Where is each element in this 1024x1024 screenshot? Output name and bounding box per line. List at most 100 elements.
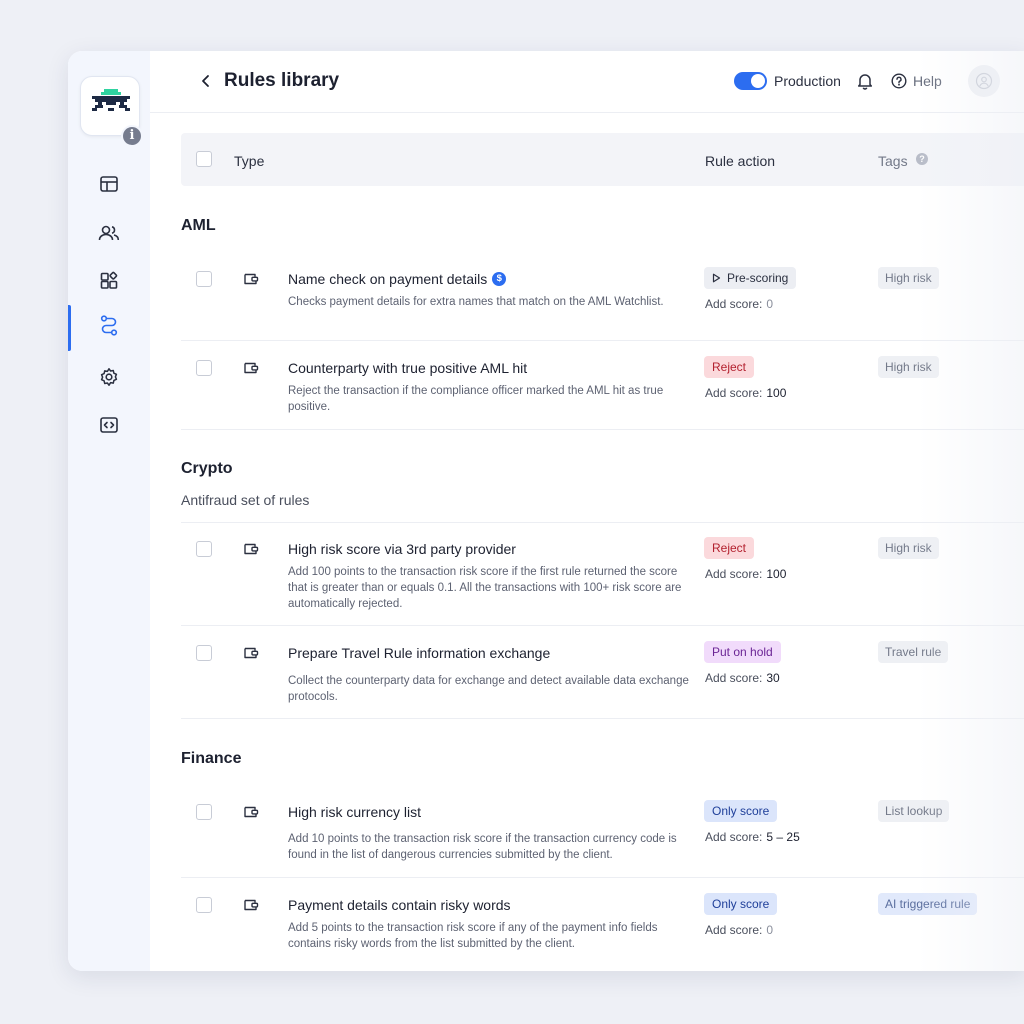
row-checkbox[interactable]	[196, 804, 212, 820]
environment-label: Production	[774, 73, 841, 89]
score-label: Add score:	[705, 386, 763, 400]
rule-tag[interactable]: Travel rule	[878, 641, 949, 663]
rule-action-badge: Only score	[704, 893, 778, 915]
rule-title[interactable]: Payment details contain risky words	[288, 897, 511, 913]
wallet-icon	[244, 899, 259, 911]
nav-apps[interactable]	[68, 261, 150, 301]
nav-settings[interactable]	[68, 357, 150, 397]
layout-icon	[100, 176, 118, 192]
grid-icon	[100, 271, 118, 289]
rule-description: Collect the counterparty data for exchan…	[288, 675, 689, 703]
gear-icon	[100, 368, 118, 386]
user-avatar-icon	[975, 72, 993, 90]
score-label: Add score:	[705, 297, 763, 311]
table-header: Type Rule action Tags ?	[181, 133, 1024, 186]
rule-title[interactable]: High risk score via 3rd party provider	[288, 541, 516, 557]
rule-title-text: Name check on payment details	[288, 271, 488, 287]
wallet-icon	[244, 806, 259, 818]
edge-fade	[918, 51, 1024, 971]
back-arrow-icon[interactable]	[198, 73, 214, 89]
row-checkbox[interactable]	[196, 271, 212, 287]
rule-action-badge: Only score	[704, 800, 778, 822]
group-title: AML	[181, 217, 216, 234]
row-checkbox[interactable]	[196, 360, 212, 376]
rule-tag[interactable]: High risk	[878, 537, 939, 559]
row-checkbox[interactable]	[196, 645, 212, 661]
wallet-icon	[244, 543, 259, 555]
rule-action-badge: Reject	[704, 537, 755, 559]
rule-action-label: Reject	[712, 541, 747, 555]
column-rule-action[interactable]: Rule action	[705, 153, 775, 169]
users-icon	[98, 225, 120, 241]
group-title: Crypto	[181, 460, 233, 477]
rule-score: Add score: 30	[705, 671, 780, 685]
row-divider	[181, 718, 1024, 719]
info-badge-icon[interactable]: i	[121, 125, 143, 147]
rule-action-badge: Put on hold	[704, 641, 781, 663]
row-divider	[181, 429, 1024, 430]
rule-description: Add 10 points to the transaction risk sc…	[288, 833, 677, 861]
rule-action-badge: Pre-scoring	[704, 267, 797, 289]
score-label: Add score:	[705, 567, 763, 581]
group-title: Finance	[181, 750, 242, 767]
rule-score: Add score: 5 – 25	[705, 830, 800, 844]
nav-dashboard[interactable]	[68, 164, 150, 204]
help-link[interactable]: Help	[913, 73, 942, 89]
score-label: Add score:	[705, 671, 763, 685]
row-checkbox[interactable]	[196, 897, 212, 913]
rule-action-label: Pre-scoring	[727, 271, 789, 285]
rule-action-label: Only score	[712, 897, 770, 911]
rule-description: Reject the transaction if the compliance…	[288, 385, 664, 413]
row-checkbox[interactable]	[196, 541, 212, 557]
column-tags[interactable]: Tags	[878, 153, 908, 169]
score-value: 30	[766, 671, 780, 685]
logo-mark-icon	[92, 89, 130, 111]
tags-info-icon[interactable]: ?	[916, 153, 928, 165]
score-value: 100	[766, 567, 787, 581]
rule-description: Add 5 points to the transaction risk sco…	[288, 922, 658, 950]
code-icon	[100, 417, 118, 433]
score-value: 100	[766, 386, 787, 400]
wallet-icon	[244, 273, 259, 285]
play-icon	[712, 273, 721, 283]
page-title: Rules library	[224, 70, 340, 91]
help-icon[interactable]	[891, 73, 907, 89]
nav-users[interactable]	[68, 213, 150, 253]
nav-developer[interactable]	[68, 405, 150, 445]
rule-tag[interactable]: List lookup	[878, 800, 950, 822]
group-description: Antifraud set of rules	[181, 492, 310, 508]
row-divider	[181, 625, 1024, 626]
score-label: Add score:	[705, 830, 763, 844]
rule-description: Add 100 points to the transaction risk s…	[288, 566, 682, 610]
page-header: Rules library Production Help	[150, 51, 1024, 113]
row-divider	[181, 522, 1024, 523]
rule-tag[interactable]: High risk	[878, 267, 939, 289]
avatar[interactable]	[968, 65, 1000, 97]
rule-action-badge: Reject	[704, 356, 755, 378]
wallet-icon	[244, 647, 259, 659]
app-logo[interactable]: i	[80, 76, 143, 147]
rule-action-label: Reject	[712, 360, 747, 374]
column-type[interactable]: Type	[234, 153, 264, 169]
rule-title[interactable]: Counterparty with true positive AML hit	[288, 360, 527, 376]
rule-title[interactable]: Prepare Travel Rule information exchange	[288, 645, 550, 661]
rule-tag[interactable]: High risk	[878, 356, 939, 378]
rule-tag[interactable]: AI triggered rule	[878, 893, 978, 915]
rule-score: Add score: 100	[705, 386, 786, 400]
rule-action-label: Put on hold	[712, 645, 773, 659]
bell-icon[interactable]	[856, 72, 874, 90]
select-all-checkbox[interactable]	[196, 151, 212, 167]
rule-title[interactable]: Name check on payment details $	[288, 271, 507, 287]
rule-score: Add score: 100	[705, 567, 786, 581]
row-divider	[181, 877, 1024, 878]
rule-action-label: Only score	[712, 804, 770, 818]
nav-rules[interactable]	[68, 305, 150, 351]
sidebar: i	[68, 51, 150, 971]
app-window: i Rules library Production Help Type Rul…	[68, 51, 1024, 971]
environment-toggle[interactable]	[734, 72, 767, 90]
score-value: 0	[766, 297, 774, 311]
score-label: Add score:	[705, 923, 763, 937]
rule-score: Add score: 0	[705, 923, 773, 937]
rule-title[interactable]: High risk currency list	[288, 804, 421, 820]
rule-description: Checks payment details for extra names t…	[288, 296, 664, 308]
